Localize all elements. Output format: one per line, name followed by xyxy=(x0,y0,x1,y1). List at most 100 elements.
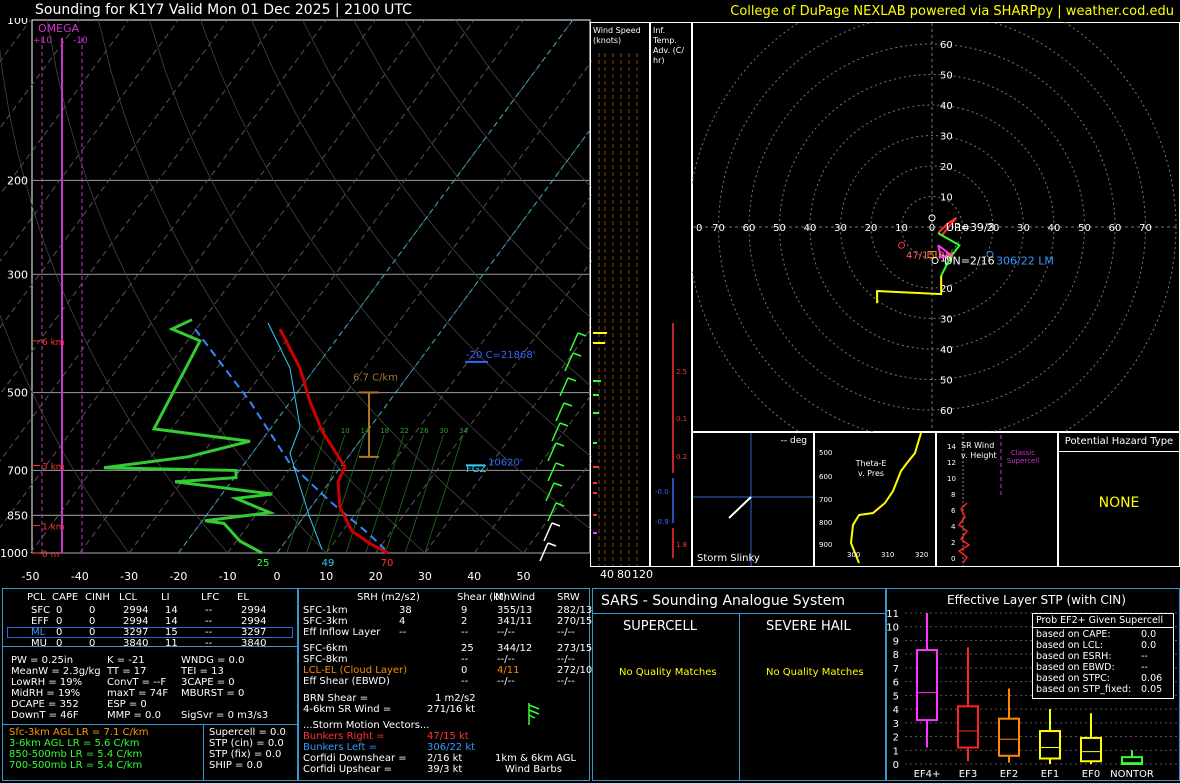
parcel-cell: 15 xyxy=(165,627,178,638)
index-value: MidRH = 19% xyxy=(11,688,81,699)
dry-adiabat xyxy=(200,19,592,531)
hodo-ring-label: 20 xyxy=(940,162,953,173)
temperature-label: 30 xyxy=(418,570,432,583)
stp-category-label: EF3 xyxy=(959,769,977,780)
kinematic-cell: 0 xyxy=(461,665,468,676)
parcel-cell: 3840 xyxy=(123,638,149,649)
parcel-cell: 3840 xyxy=(241,638,267,649)
pressure-label: 500 xyxy=(7,387,28,400)
theta-ytick: 800 xyxy=(819,519,833,527)
kinematic-cell: 4/11 xyxy=(497,665,520,676)
temp-advection-panel: Inf. Temp. Adv. (C/ hr) 2.5 0.1 0.2 -0.0… xyxy=(650,22,692,567)
parcel-header: CINH xyxy=(85,592,110,603)
pressure-label: 300 xyxy=(7,268,28,281)
parcel-cell: 0 xyxy=(56,627,63,638)
severe-parameter: Supercell = 0.0 xyxy=(209,727,286,738)
stp-prob-label: based on EBWD: xyxy=(1036,662,1115,673)
parcel-cell: SFC xyxy=(31,605,51,616)
temperature-label: -50 xyxy=(22,570,40,583)
hazard-panel: Potential Hazard Type NONE xyxy=(1058,432,1180,567)
lapse-rate: 850-500mb LR = 5.4 C/km xyxy=(9,749,143,760)
index-value: ESP = 0 xyxy=(107,699,147,710)
wind-barb-flag xyxy=(555,462,565,467)
index-value: 3CAPE = 0 xyxy=(181,677,235,688)
omega-tick: -10 xyxy=(73,36,88,46)
dry-adiabat xyxy=(302,19,592,388)
kinematic-cell: 2 xyxy=(461,616,468,627)
parcel-cell: EFF xyxy=(31,616,49,627)
isotherm-line xyxy=(0,19,377,529)
stp-ytick: 2 xyxy=(893,733,899,744)
wbz-label: 10620' xyxy=(488,458,523,469)
parcel-header: LCL xyxy=(119,592,138,603)
height-label: 0 m xyxy=(42,550,59,560)
parcel-header: LFC xyxy=(201,592,220,603)
sars-supercell-title: SUPERCELL xyxy=(623,619,697,634)
stp-prob-value: 0.0 xyxy=(1141,640,1157,651)
kinematic-cell: --/-- xyxy=(497,676,515,687)
kinematic-cell: -- xyxy=(461,627,469,638)
credit-text: College of DuPage NEXLAB powered via SHA… xyxy=(730,4,1174,19)
hodo-x-label: 20 xyxy=(865,223,878,234)
wind-speed-plot xyxy=(593,53,638,566)
wind-barb-flag xyxy=(572,352,582,357)
pressure-label: 700 xyxy=(7,464,28,477)
kinematic-cell: SFC-6km xyxy=(303,643,348,654)
stp-ytick: 4 xyxy=(893,705,899,716)
parcel-cell: MU xyxy=(31,638,47,649)
temperature-label: 50 xyxy=(517,570,531,583)
kinematic-cell: SFC-3km xyxy=(303,616,348,627)
theta-xtick: 300 xyxy=(847,551,861,559)
pressure-label: 1000 xyxy=(0,547,28,560)
stp-category-label: EF4+ xyxy=(914,769,941,780)
parcel-cell: 0 xyxy=(56,638,63,649)
kinematic-cell: 9 xyxy=(461,605,468,616)
wind-speed-tick-120: 120 xyxy=(632,568,653,581)
kinematic-cell: 282/13 xyxy=(557,605,593,616)
parcel-header: PCL xyxy=(27,592,46,603)
parcel-cell: ML xyxy=(31,627,46,638)
theta-ytick: 500 xyxy=(819,449,833,457)
index-value: PW = 0.25in xyxy=(11,655,74,666)
stp-category-label: EF0 xyxy=(1082,769,1100,780)
lapse-rate: 3-6km AGL LR = 5.6 C/km xyxy=(9,738,140,749)
lapse-rate: Sfc-3km AGL LR = 7.1 C/km xyxy=(9,727,149,738)
stp-ytick: 11 xyxy=(887,609,899,620)
wbz-prefix: FGZ xyxy=(466,464,487,475)
isotherm-line xyxy=(0,19,229,329)
sr46-label: 4-6km SR Wind = xyxy=(303,704,392,715)
storm-slinky-panel: -- deg Storm Slinky xyxy=(692,432,814,567)
storm-motion-value: 306/22 kt xyxy=(427,742,476,753)
kinematic-cell: Eff Shear (EBWD) xyxy=(303,676,390,687)
parcel-header: EL xyxy=(237,592,249,603)
wind-speed-panel: Wind Speed (knots) xyxy=(590,22,650,567)
stp-ytick: 3 xyxy=(893,719,899,730)
hodo-x-label: 60 xyxy=(1109,223,1122,234)
theta-e-title: Theta-E v. Pres xyxy=(855,459,887,478)
stp-prob-value: 0.06 xyxy=(1141,673,1163,684)
pressure-label: 850 xyxy=(7,509,28,522)
sars-hail-title: SEVERE HAIL xyxy=(766,619,851,634)
temp-advection-value: 0.1 xyxy=(676,415,688,423)
temperature-label: 0 xyxy=(274,570,281,583)
freezing-level-label: -20 C=21868' xyxy=(466,350,535,361)
wind-barb xyxy=(543,522,553,542)
index-value: MBURST = 0 xyxy=(181,688,245,699)
kinematic-cell: SFC-8km xyxy=(303,654,348,665)
hodo-x-label: 40 xyxy=(1048,223,1061,234)
stp-category-label: NONTOR xyxy=(1110,769,1154,780)
stp-prob-value: -- xyxy=(1141,662,1148,673)
isotherm-line xyxy=(30,19,426,554)
kinematic-wind-barbs xyxy=(528,703,540,725)
brn-value: 1 m2/s2 xyxy=(435,693,476,704)
stp-prob-label: based on STPC: xyxy=(1036,673,1110,684)
storm-motion-label: Bunkers Right = xyxy=(303,731,385,742)
hodo-x-label: 70 xyxy=(1139,223,1152,234)
severe-parameter: SHIP = 0.0 xyxy=(209,760,263,771)
barb-caption: 1km & 6km AGL xyxy=(495,753,577,764)
index-value: TT = 17 xyxy=(107,666,147,677)
index-value: MMP = 0.0 xyxy=(107,710,161,721)
hodo-x-label: 50 xyxy=(773,223,786,234)
severe-parameter: STP (cin) = 0.0 xyxy=(209,738,284,749)
stp-panel: Effective Layer STP (with CIN) 11 10 9 8 7 6 5… xyxy=(886,588,1180,781)
